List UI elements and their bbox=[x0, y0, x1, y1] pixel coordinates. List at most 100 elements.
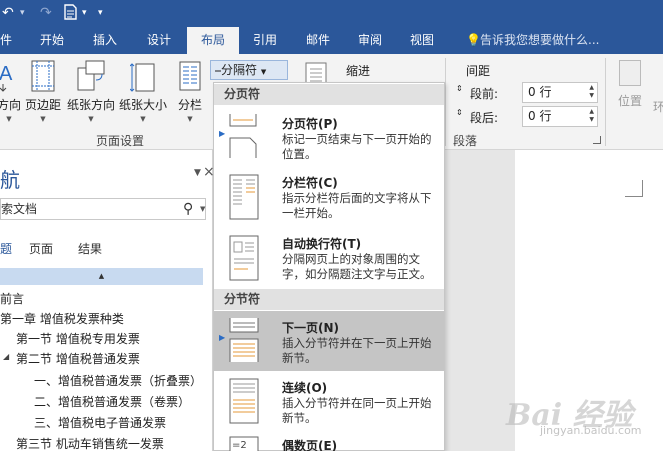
navigation-title: 航 bbox=[0, 168, 20, 192]
tab-layout[interactable]: 布局 bbox=[187, 27, 239, 54]
paragraph-launcher-icon[interactable] bbox=[593, 136, 601, 144]
breaks-caret-icon: ▼ bbox=[260, 68, 267, 76]
tree-item[interactable]: 第三节 机动车销售统一发票 bbox=[16, 435, 164, 451]
size-button[interactable]: 纸张大小 ▼ bbox=[118, 60, 168, 123]
menu-item-title: 分页符(P) bbox=[282, 117, 338, 131]
search-options-icon[interactable]: ▼ bbox=[200, 199, 205, 219]
orientation-icon bbox=[66, 60, 116, 92]
spacing-before-input[interactable]: 0 行 ▲ ▼ bbox=[522, 82, 598, 103]
column-break-icon bbox=[229, 174, 259, 220]
search-input-text: 索文档 bbox=[1, 202, 38, 216]
expand-arrow-icon[interactable]: ◢ bbox=[3, 352, 9, 361]
tab-review[interactable]: 审阅 bbox=[358, 27, 382, 54]
crop-mark bbox=[642, 180, 643, 197]
tab-file[interactable]: 件 bbox=[0, 27, 12, 54]
tell-me-box[interactable]: 💡告诉我您想要做什么... bbox=[466, 27, 599, 54]
text-wrapping-break-icon bbox=[229, 235, 259, 281]
menu-pointer-icon: ▶ bbox=[219, 333, 226, 342]
text-direction-button[interactable]: A 方向 ▼ bbox=[0, 60, 22, 123]
svg-text:A: A bbox=[0, 63, 13, 85]
spacing-label: 间距 bbox=[466, 64, 491, 78]
document-icon[interactable] bbox=[64, 4, 77, 25]
margins-button[interactable]: 页边距 ▼ bbox=[24, 60, 62, 123]
columns-button[interactable]: 分栏 ▼ bbox=[176, 60, 204, 123]
breaks-menu: 分页符 ▶ 分页符(P) 标记一页结束与下一页开始的位置。 分栏符(C) 指示分… bbox=[213, 82, 445, 451]
nav-tab-headings[interactable]: 题 bbox=[0, 240, 12, 257]
orientation-button[interactable]: 纸张方向 ▼ bbox=[66, 60, 116, 123]
undo-dropdown-icon[interactable]: ▾ bbox=[20, 4, 25, 22]
spacing-before-spinner-icon[interactable]: ▲ ▼ bbox=[589, 84, 594, 100]
menu-item-continuous[interactable]: 连续(O) 插入分节符并在同一页上开始新节。 bbox=[214, 371, 444, 433]
tell-me-text: 告诉我您想要做什么... bbox=[480, 33, 600, 47]
menu-item-page-break[interactable]: ▶ 分页符(P) 标记一页结束与下一页开始的位置。 bbox=[214, 107, 444, 167]
search-input[interactable]: 索文档 ⚲ ▼ bbox=[0, 198, 206, 220]
menu-section-section-breaks: 分节符 bbox=[214, 289, 444, 310]
position-label: 位置 bbox=[617, 94, 642, 108]
menu-item-column-break[interactable]: 分栏符(C) 指示分栏符后面的文字将从下一栏开始。 bbox=[214, 167, 444, 227]
columns-label: 分栏 bbox=[177, 98, 202, 112]
even-page-break-icon: =2 bbox=[229, 436, 259, 451]
tree-item[interactable]: 三、增值税电子普通发票 bbox=[34, 414, 166, 431]
size-caret-icon: ▼ bbox=[140, 115, 146, 123]
menu-item-desc: 插入分节符并在下一页上开始新节。 bbox=[282, 336, 432, 365]
indent-label: 缩进 bbox=[346, 64, 371, 78]
orientation-label: 纸张方向 bbox=[66, 98, 115, 112]
tab-home[interactable]: 开始 bbox=[40, 27, 64, 54]
nav-options-icon[interactable]: ▼ bbox=[194, 168, 201, 178]
tree-item[interactable]: 第一章 增值税发票种类 bbox=[0, 310, 124, 327]
spacing-after-icon: ⇕ bbox=[456, 108, 463, 117]
margins-icon bbox=[24, 60, 62, 92]
svg-text:=2: =2 bbox=[232, 440, 247, 451]
page-break-icon bbox=[229, 114, 257, 158]
tab-references[interactable]: 引用 bbox=[253, 27, 277, 54]
tab-mailings[interactable]: 邮件 bbox=[306, 27, 330, 54]
title-bar: ↶ ▾ ↷ ▾ ▾ bbox=[0, 0, 663, 27]
spacing-before-value: 0 行 bbox=[528, 85, 552, 99]
spacing-before-label: 段前: bbox=[470, 87, 499, 101]
text-direction-label: 方向 bbox=[0, 98, 21, 112]
menu-section-page-breaks: 分页符 bbox=[214, 84, 444, 105]
menu-item-desc: 分隔网页上的对象周围的文字，如分隔题注文字与正文。 bbox=[282, 252, 432, 281]
menu-item-title: 自动换行符(T) bbox=[282, 237, 362, 251]
tree-item[interactable]: 二、增值税普通发票（卷票） bbox=[34, 393, 190, 410]
search-icon[interactable]: ⚲ bbox=[183, 199, 197, 219]
ribbon-tabs: 件 开始 插入 设计 布局 引用 邮件 审阅 视图 💡告诉我您想要做什么... bbox=[0, 27, 663, 54]
position-button[interactable]: 位置 bbox=[613, 60, 647, 109]
collapse-bar[interactable]: ▲ bbox=[0, 268, 203, 285]
tab-view[interactable]: 视图 bbox=[410, 27, 434, 54]
margins-label: 页边距 bbox=[24, 98, 61, 112]
qat-more-icon[interactable]: ▾ bbox=[98, 4, 103, 22]
tree-item[interactable]: 第一节 增值税专用发票 bbox=[16, 330, 140, 347]
margins-caret-icon: ▼ bbox=[40, 115, 46, 123]
tree-item[interactable]: 前言 bbox=[0, 290, 24, 307]
size-icon bbox=[118, 60, 168, 92]
menu-item-next-page[interactable]: ▶ 下一页(N) 插入分节符并在下一页上开始新节。 bbox=[214, 311, 444, 371]
columns-caret-icon: ▼ bbox=[187, 115, 193, 123]
lightbulb-icon: 💡 bbox=[466, 33, 481, 47]
undo-icon[interactable]: ↶ bbox=[2, 4, 14, 22]
breaks-label: 分隔符 bbox=[221, 63, 258, 77]
group-separator bbox=[605, 58, 606, 146]
breaks-button[interactable]: ⎯分隔符 ▼ bbox=[210, 60, 288, 80]
menu-item-text-wrapping-break[interactable]: 自动换行符(T) 分隔网页上的对象周围的文字，如分隔题注文字与正文。 bbox=[214, 227, 444, 289]
tab-insert[interactable]: 插入 bbox=[93, 27, 117, 54]
qat-customize-icon[interactable]: ▾ bbox=[82, 4, 87, 22]
continuous-break-icon bbox=[229, 378, 259, 424]
nav-tab-pages[interactable]: 页面 bbox=[29, 240, 53, 257]
nav-tab-results[interactable]: 结果 bbox=[78, 240, 102, 257]
columns-icon bbox=[176, 60, 204, 92]
tree-item[interactable]: 第二节 增值税普通发票 bbox=[16, 350, 140, 367]
menu-item-title: 下一页(N) bbox=[282, 321, 340, 335]
size-label: 纸张大小 bbox=[118, 98, 167, 112]
menu-item-even-page[interactable]: =2 偶数页(E) bbox=[214, 433, 444, 451]
menu-item-title: 连续(O) bbox=[282, 381, 328, 395]
spacing-after-input[interactable]: 0 行 ▲ ▼ bbox=[522, 106, 598, 127]
tree-item[interactable]: 一、增值税普通发票（折叠票） bbox=[34, 372, 202, 389]
tab-design[interactable]: 设计 bbox=[147, 27, 171, 54]
spacing-after-spinner-icon[interactable]: ▲ ▼ bbox=[589, 108, 594, 124]
wrap-text-label[interactable]: 环 bbox=[653, 98, 663, 115]
menu-item-title: 分栏符(C) bbox=[282, 176, 338, 190]
spacing-before-row: ⇕ 段前: 0 行 ▲ ▼ bbox=[456, 82, 601, 104]
menu-item-desc: 插入分节符并在同一页上开始新节。 bbox=[282, 396, 432, 425]
redo-icon[interactable]: ↷ bbox=[40, 4, 52, 22]
